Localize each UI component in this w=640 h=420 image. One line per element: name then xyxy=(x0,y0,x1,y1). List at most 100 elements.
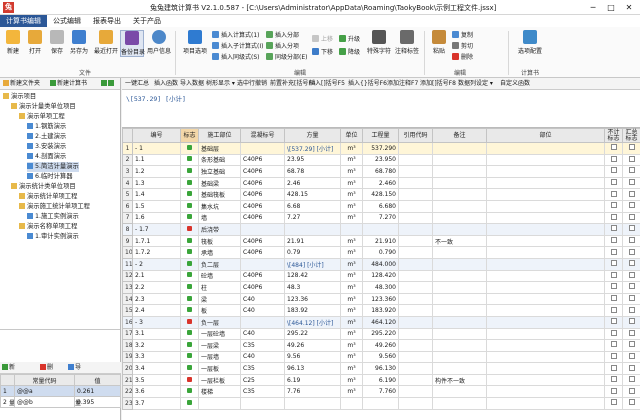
qty-cell[interactable]: 23.950 xyxy=(362,153,399,167)
qty-cell[interactable]: 295.220 xyxy=(362,327,399,341)
code-cell[interactable]: 1.5 xyxy=(132,199,181,213)
qty-cell[interactable]: 464.120 xyxy=(362,315,399,329)
move-down-item[interactable]: 下移 xyxy=(312,48,333,57)
position-cell[interactable] xyxy=(486,385,605,399)
unit-cell[interactable]: m³ xyxy=(340,199,363,213)
qty-cell[interactable]: 68.780 xyxy=(362,165,399,178)
summary-checkbox[interactable] xyxy=(628,213,635,220)
menu-about[interactable]: 关于产品 xyxy=(127,15,167,27)
summary-checkbox[interactable] xyxy=(628,237,635,244)
part-cell[interactable]: 楼梯 xyxy=(198,385,241,399)
part-cell[interactable]: 一层栏板 xyxy=(198,373,241,387)
formula-cell[interactable] xyxy=(284,223,341,236)
position-cell[interactable] xyxy=(486,153,605,167)
tree-node[interactable]: 1.钢筋演示 xyxy=(27,122,66,132)
part-cell[interactable]: 墙 xyxy=(198,211,241,225)
flag-cell[interactable] xyxy=(180,281,199,294)
ref-cell[interactable] xyxy=(398,397,433,410)
mark-cell[interactable]: C40P6 xyxy=(240,211,285,225)
formula-editor[interactable]: \[537.29] [小计] xyxy=(122,90,640,128)
mark-cell[interactable]: C35 xyxy=(240,362,285,375)
recent-open-button[interactable]: 最近打开 xyxy=(92,30,120,55)
project-options-button[interactable]: 项目选项 xyxy=(182,30,208,55)
part-cell[interactable]: 集水坑 xyxy=(198,199,241,213)
unit-cell[interactable]: m³ xyxy=(340,373,363,387)
formula-cell[interactable]: \[464.12] [小计] xyxy=(284,315,341,329)
summary-checkbox[interactable] xyxy=(628,306,635,313)
toolbar-item[interactable]: 添加注释F7 xyxy=(387,78,418,90)
note-cell[interactable] xyxy=(432,153,487,167)
menu-formula-edit[interactable]: 公式编辑 xyxy=(47,15,87,27)
qty-cell[interactable]: 428.150 xyxy=(362,188,399,201)
copy-item[interactable]: 复制 xyxy=(452,31,473,40)
move-up-item[interactable]: 上移 xyxy=(312,35,333,44)
toolbar-item[interactable]: 插入[]括号F5 xyxy=(309,78,345,90)
unit-cell[interactable]: m³ xyxy=(340,281,363,294)
qty-cell[interactable]: 7.270 xyxy=(362,211,399,225)
summary-checkbox[interactable] xyxy=(628,179,635,186)
ref-cell[interactable] xyxy=(398,385,433,399)
exclude-checkbox[interactable] xyxy=(610,329,617,336)
flag-cell[interactable] xyxy=(180,142,199,155)
menu-calc-edit[interactable]: 计算书编辑 xyxy=(0,15,47,27)
position-cell[interactable] xyxy=(486,188,605,201)
ref-cell[interactable] xyxy=(398,292,433,306)
part-cell[interactable]: 承墙 xyxy=(198,246,241,259)
note-cell[interactable] xyxy=(432,199,487,213)
unit-cell[interactable]: m³ xyxy=(340,292,363,306)
delete-constant-button[interactable]: 删除 xyxy=(40,362,53,383)
column-header[interactable]: 编号 xyxy=(132,128,181,143)
toolbar-item[interactable]: 数据列设定 ▾ xyxy=(458,78,493,90)
ref-cell[interactable] xyxy=(398,350,433,364)
flag-cell[interactable] xyxy=(180,304,199,317)
tree-node[interactable]: 演示统计类单位项目 xyxy=(11,182,76,192)
insert-sub-formula-item[interactable]: 插入子计算式(I) xyxy=(212,42,263,51)
formula-cell[interactable] xyxy=(284,397,341,410)
position-cell[interactable] xyxy=(486,257,605,271)
position-cell[interactable] xyxy=(486,246,605,259)
unit-cell[interactable] xyxy=(340,223,363,236)
code-cell[interactable]: 1.6 xyxy=(132,211,181,225)
summary-checkbox[interactable] xyxy=(628,155,635,162)
position-cell[interactable] xyxy=(486,211,605,225)
insert-formula-item[interactable]: 插入计算式(1) xyxy=(212,31,260,40)
save-as-button[interactable]: 另存为 xyxy=(68,30,90,55)
exclude-checkbox[interactable] xyxy=(610,341,617,348)
mark-cell[interactable]: C40P6 xyxy=(240,234,285,248)
exclude-checkbox[interactable] xyxy=(610,155,617,162)
promote-item[interactable]: 升级 xyxy=(339,35,360,44)
formula-cell[interactable]: 96.13 xyxy=(284,362,341,375)
qty-cell[interactable] xyxy=(362,397,399,410)
table-row[interactable]: 2 1.1 条形基础 C40P6 23.95 m³ 23.950 xyxy=(122,153,640,167)
tree-node[interactable]: 1.审计实例演示 xyxy=(27,232,79,242)
tree-node[interactable]: 演示计量类单位项目 xyxy=(11,102,76,112)
flag-cell[interactable] xyxy=(180,223,199,236)
position-cell[interactable] xyxy=(486,397,605,410)
exclude-checkbox[interactable] xyxy=(610,179,617,186)
table-row[interactable]: 17 3.1 一层砼墙 C40 295.22 m³ 295.220 xyxy=(122,327,640,341)
minimize-button[interactable]: ─ xyxy=(584,0,602,15)
toolbar-item[interactable]: 导入数据 xyxy=(180,78,204,90)
code-cell[interactable]: 3.3 xyxy=(132,350,181,364)
new-button[interactable]: 新建 xyxy=(2,30,24,55)
table-row[interactable]: 14 2.3 梁 C40 123.36 m³ 123.360 xyxy=(122,292,640,306)
formula-cell[interactable]: 49.26 xyxy=(284,339,341,352)
position-cell[interactable] xyxy=(486,327,605,341)
table-row[interactable]: 22 3.6 楼梯 C35 7.76 m³ 7.760 xyxy=(122,385,640,399)
table-row[interactable]: 19 3.3 一层墙 C40 9.56 m³ 9.560 xyxy=(122,350,640,364)
qty-cell[interactable]: 7.760 xyxy=(362,385,399,399)
position-cell[interactable] xyxy=(486,223,605,236)
part-cell[interactable]: 负一层 xyxy=(198,315,241,329)
new-calcbook-button[interactable]: 新建计算书 xyxy=(50,78,87,90)
flag-cell[interactable] xyxy=(180,362,199,375)
formula-cell[interactable]: 9.56 xyxy=(284,350,341,364)
mark-cell[interactable] xyxy=(240,397,285,410)
summary-checkbox[interactable] xyxy=(628,260,635,267)
column-header[interactable]: 单位 xyxy=(340,128,363,143)
unit-cell[interactable]: m³ xyxy=(340,234,363,248)
tree-node[interactable]: 演示统计单项工程 xyxy=(19,192,77,202)
note-cell[interactable] xyxy=(432,339,487,352)
tree-node[interactable]: 4.剖面演示 xyxy=(27,152,66,162)
part-cell[interactable]: 负二层 xyxy=(198,257,241,271)
close-button[interactable]: ✕ xyxy=(620,0,638,15)
